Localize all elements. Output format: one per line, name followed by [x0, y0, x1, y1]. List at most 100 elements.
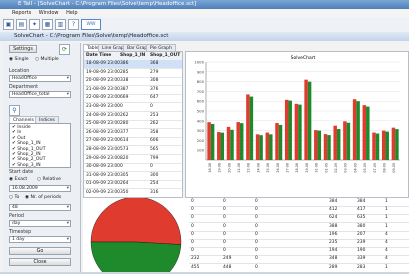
refresh-icon[interactable]: ⟳ [59, 44, 70, 55]
app-window: E Tall - [SolveChart - C:\Program Files\… [0, 0, 409, 274]
bar-chart-panel: SolveChart 100 200 300 400 500 600 700 800 900 100… [185, 51, 409, 198]
pin-icon[interactable]: ✦ [29, 19, 40, 30]
menu-help[interactable]: Help [66, 10, 77, 16]
table-cell: 0 [150, 164, 153, 170]
bar-shop-1-out [239, 123, 244, 160]
table-cell: 0 [120, 104, 123, 109]
x-tick-label: 26-08 [276, 163, 280, 173]
table-cell: 614 [120, 138, 129, 144]
tab-pie-graph[interactable]: Pie Graph [146, 44, 176, 51]
table-cell: 0 [223, 199, 226, 204]
bottom-table: 0 0 0 384 384 1 0 0 0 412 417 1 0 0 0 624 635 1 0 0 0 388 380 1… [189, 198, 409, 272]
bar-shop-1-out [230, 129, 234, 160]
x-tick-label: 31-08 [315, 163, 319, 173]
bar-shop-1-out [249, 96, 254, 160]
table-cell: 305 [120, 172, 129, 178]
table-cell: 0 [255, 207, 258, 213]
location-select[interactable]: HeadOffice [9, 75, 71, 82]
filter-icon[interactable]: ⚲ [9, 105, 20, 116]
table-cell: 262 [120, 112, 129, 118]
bar-shop-1-in [226, 126, 231, 160]
table-cell: 455 [191, 264, 200, 270]
toolbar: ▣ ▤ ✦ ▦ ▥ ? WW [0, 17, 409, 33]
table-header[interactable]: Date Time [86, 52, 111, 60]
table-cell: 388 [329, 223, 338, 229]
pie-slice [90, 196, 182, 245]
table-row[interactable]: 455 448 0 289 283 1 [189, 264, 409, 272]
table-cell: 27-08-09 23:00 [86, 138, 120, 144]
y-tick-label: 300 [197, 128, 205, 133]
start-date-field[interactable]: 16.08.2009 [9, 185, 71, 192]
nr-periods-label: Nr. of periods [30, 195, 62, 200]
bar-shop-1-out [395, 129, 399, 160]
bar-shop-1-in [265, 132, 270, 160]
table-cell: 417 [357, 207, 366, 213]
x-tick-label: 01-09 [324, 163, 328, 173]
table-cell: 264 [120, 181, 129, 187]
y-tick-label: 500 [197, 109, 205, 114]
x-tick-label: 03-09 [344, 163, 348, 173]
table-cell: 669 [120, 95, 129, 101]
open-icon[interactable]: ▤ [16, 19, 27, 30]
help-icon[interactable]: ? [68, 19, 79, 30]
close-button[interactable]: Close [9, 258, 71, 266]
table-cell: 0 [191, 248, 194, 254]
save-icon[interactable]: ▣ [3, 19, 14, 30]
y-tick-label: 100 [197, 148, 205, 153]
settings-button[interactable]: Settings [9, 45, 37, 53]
table-cell: 316 [150, 190, 159, 195]
bar-shop-1-out [346, 122, 351, 160]
print-icon[interactable]: ▦ [42, 19, 53, 30]
mode-multiple-radio[interactable]: ○ Multiple [35, 57, 59, 62]
x-tick-label: 22-08 [247, 163, 251, 173]
start-exact-radio[interactable]: ◉ Exact [9, 177, 27, 182]
start-relative-radio[interactable]: ○ Relative [37, 177, 61, 182]
pie-chart-panel [83, 196, 189, 274]
tab-indices[interactable]: Indices [35, 116, 59, 123]
y-tick-label: 600 [197, 99, 205, 104]
period-select[interactable]: day [9, 220, 71, 227]
nr-periods-field[interactable]: 48 [9, 204, 71, 211]
table-header[interactable]: Shop_1_IN [120, 52, 145, 60]
table-cell: 21-08-09 23:00 [86, 86, 120, 92]
table-row[interactable]: 02-09-09 23:00 350 316 [84, 189, 182, 197]
y-tick-label: 900 [197, 69, 205, 74]
channel-label: Shop_2_OUT [17, 157, 46, 163]
toolbar-wide-button[interactable]: WW [81, 19, 101, 30]
go-button[interactable]: Go [9, 247, 71, 255]
to-radio[interactable]: ○ To [9, 195, 19, 200]
bar-shop-1-in [352, 99, 357, 160]
table-cell: 0 [255, 248, 258, 254]
table-header[interactable]: Shop_1_OUT [150, 52, 180, 60]
chart-icon[interactable]: ▥ [55, 19, 66, 30]
table-cell: 280 [120, 121, 129, 127]
bar-shop-1-out [220, 132, 225, 160]
table-cell: 285 [120, 69, 129, 75]
table-cell: 0 [223, 207, 226, 213]
menu-window[interactable]: Window [39, 10, 59, 16]
table-cell: 4 [385, 248, 388, 254]
menu-reports[interactable]: Reports [12, 10, 31, 16]
settings-panel: Settings ⟳ ◉ Single ○ Multiple Location … [3, 43, 81, 272]
pie-slice [90, 241, 182, 274]
table-cell: 279 [150, 69, 159, 75]
table-cell: 368 [150, 61, 159, 66]
table-cell: 358 [150, 129, 159, 135]
table-cell: 350 [120, 190, 129, 195]
x-tick-label: 05-09 [363, 163, 367, 173]
bar-shop-1-out [259, 135, 263, 160]
mode-single-radio[interactable]: ◉ Single [9, 57, 29, 62]
table-cell: 196 [329, 231, 338, 237]
table-cell: 18-08-09 23:00 [86, 61, 120, 66]
department-select[interactable]: HeadOffice_total [9, 91, 71, 98]
table-cell: 190 [357, 248, 366, 254]
tab-channels[interactable]: Channels [9, 116, 38, 123]
timestep-select[interactable]: 1 day [9, 236, 71, 243]
bar-shop-1-in [236, 122, 240, 160]
table-cell: 0 [223, 215, 226, 221]
x-tick-label: 21-08 [237, 163, 241, 173]
channel-item[interactable]: ✔ Shop_3_IN [12, 163, 68, 167]
channel-list: ✔ Inside ✔ In ✔ Out ✔ Shop_1_IN ✔ Shop_1… [9, 123, 71, 168]
nr-periods-radio[interactable]: ◉ Nr. of periods [25, 195, 61, 200]
table-cell: 4 [385, 231, 388, 237]
